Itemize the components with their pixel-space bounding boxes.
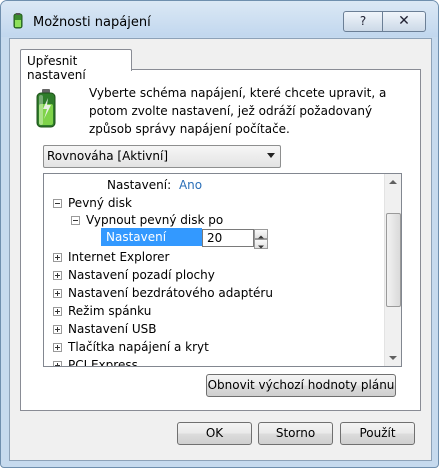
scrollbar-thumb[interactable] [386,213,401,307]
spin-down-button[interactable] [254,239,268,249]
tree-item-wireless-adapter[interactable]: Nastavení bezdrátového adaptéru [53,284,273,302]
settings-tree[interactable]: Nastavení: Ano Pevný disk Vypnout pevný … [43,173,402,367]
ok-button[interactable]: OK [177,422,252,445]
cancel-button[interactable]: Storno [258,422,333,445]
apply-button[interactable]: Použít [340,422,415,445]
chevron-down-icon [267,153,275,158]
expand-icon[interactable] [53,289,62,298]
tree-item-label: Nastavení USB [68,322,157,336]
scroll-down-icon[interactable] [389,356,397,360]
minutes-input[interactable]: 20 [202,229,254,247]
close-button[interactable]: ✕ [382,11,426,32]
tree-item-disk-off[interactable]: Vypnout pevný disk po [71,211,223,229]
tree-item-label: Vypnout pevný disk po [86,213,224,227]
tree-item-label: Režim spánku [68,304,152,318]
minutes-setting-label: Nastavení (min.): [101,228,202,262]
tree-item-desktop-background[interactable]: Nastavení pozadí plochy [53,266,215,284]
tree-item-internet-explorer[interactable]: Internet Explorer [53,248,169,266]
tree-item-sleep[interactable]: Režim spánku [53,302,151,320]
expand-icon[interactable] [53,307,62,316]
spin-down-icon [258,245,264,249]
spin-up-button[interactable] [254,229,268,239]
power-options-window: Možnosti napájení ? ✕ Upřesnit nastavení… [0,0,439,468]
tree-item-label: Nastavení bezdrátového adaptéru [68,286,273,300]
restore-defaults-button[interactable]: Obnovit výchozí hodnoty plánu [206,374,396,397]
minutes-spinner[interactable] [254,229,268,249]
battery-icon [36,89,56,128]
tree-item-power-buttons[interactable]: Tlačítka napájení a kryt [53,338,209,356]
description-text: Vyberte schéma napájení, které chcete up… [89,86,387,136]
tree-row-setting: Nastavení: Ano [107,176,202,194]
minutes-value: 20 [207,231,223,245]
expand-icon[interactable] [53,343,62,352]
scroll-up-icon[interactable] [389,180,397,184]
tree-item-label: Pevný disk [68,196,132,210]
power-scheme-value: Rovnováha [Aktivní] [47,149,169,163]
expand-icon[interactable] [53,253,62,262]
title-bar[interactable]: Možnosti napájení ? ✕ [1,1,438,37]
tree-item-usb[interactable]: Nastavení USB [53,320,157,338]
tab-label: Upřesnit nastavení [27,54,86,82]
collapse-icon[interactable] [71,216,80,225]
tree-item-label: Nastavení pozadí plochy [68,268,215,282]
tree-item-label: PCI Express [68,358,138,367]
expand-icon[interactable] [53,361,62,366]
tree-item-label: Tlačítka napájení a kryt [68,340,209,354]
collapse-icon[interactable] [53,199,62,208]
vertical-scrollbar[interactable] [384,174,401,366]
tree-item-hard-disk[interactable]: Pevný disk [53,194,132,212]
tree-item-label: Internet Explorer [68,250,170,264]
window-title: Možnosti napájení [33,15,151,30]
help-button[interactable]: ? [343,11,383,32]
power-scheme-dropdown[interactable]: Rovnováha [Aktivní] [43,145,281,168]
expand-icon[interactable] [53,271,62,280]
dialog-client-area: Upřesnit nastavení Vyberte schéma napáje… [9,38,432,461]
power-app-icon [13,13,23,29]
tree-item-pci-express[interactable]: PCI Express [53,356,138,367]
tab-advanced-settings[interactable]: Upřesnit nastavení [20,49,132,82]
expand-icon[interactable] [53,325,62,334]
setting-value-link[interactable]: Ano [179,178,202,192]
setting-label: Nastavení: [107,178,172,192]
